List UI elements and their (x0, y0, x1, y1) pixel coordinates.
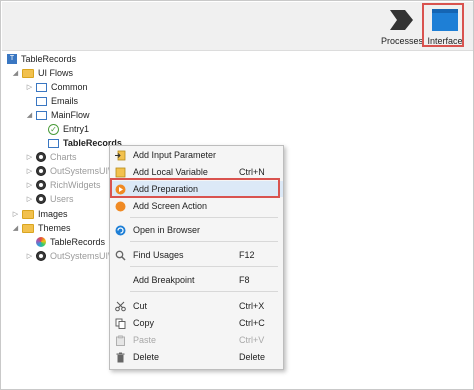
menu-label: Delete (133, 352, 160, 362)
collapse-icon[interactable]: ◢ (11, 69, 20, 78)
menu-shortcut: Ctrl+N (239, 167, 265, 177)
menu-shortcut: Delete (239, 352, 266, 362)
menu-separator (130, 217, 278, 218)
theme-icon (36, 237, 46, 247)
tree-item-outsystemsuiw-2[interactable]: ▷ OutSystemsUIW (25, 249, 117, 263)
menu-separator (130, 266, 278, 267)
flow-icon (36, 82, 47, 92)
processes-icon (390, 10, 413, 30)
expand-icon[interactable]: ▷ (25, 252, 34, 261)
menu-separator (130, 291, 278, 292)
folder-icon (22, 224, 34, 233)
tree-label: Entry1 (63, 124, 90, 134)
menu-item-add-screen-action[interactable]: Add Screen Action (110, 198, 283, 214)
tree-item-richwidgets[interactable]: ▷ RichWidgets (25, 178, 101, 192)
tree-item-emails[interactable]: Emails (36, 94, 78, 108)
menu-label: Add Local Variable (133, 167, 208, 177)
tree-item-theme-tablerecords[interactable]: TableRecords (36, 235, 105, 249)
dependency-icon (36, 180, 46, 190)
menu-item-copy[interactable]: Copy Ctrl+C (110, 315, 283, 331)
scissors-icon (115, 301, 126, 311)
menu-label: Cut (133, 301, 148, 311)
tree-label: Common (51, 82, 88, 92)
add-preparation-highlight-box (110, 178, 280, 198)
flow-icon (36, 96, 47, 106)
dependency-icon (36, 152, 46, 162)
expand-icon[interactable]: ▷ (25, 167, 34, 176)
tree-item-common[interactable]: ▷ Common (25, 80, 88, 94)
menu-shortcut: Ctrl+X (239, 301, 265, 311)
menu-item-open-in-browser[interactable]: Open in Browser (110, 222, 283, 238)
menu-shortcut: F12 (239, 250, 255, 260)
expand-icon[interactable]: ▷ (25, 181, 34, 190)
processes-label: Processes (380, 36, 424, 46)
menu-label: Copy (133, 318, 155, 328)
processes-button[interactable]: Processes (380, 6, 424, 48)
tree-label: Users (50, 194, 74, 204)
expand-icon[interactable]: ▷ (25, 195, 34, 204)
tree-label: Images (38, 209, 68, 219)
menu-item-add-input-parameter[interactable]: Add Input Parameter (110, 147, 283, 163)
tree-item-users[interactable]: ▷ Users (25, 192, 74, 206)
menu-item-add-breakpoint[interactable]: Add Breakpoint F8 (110, 272, 283, 288)
dependency-icon (36, 166, 46, 176)
menu-label: Open in Browser (133, 225, 201, 235)
menu-label: Find Usages (133, 250, 184, 260)
menu-label: Paste (133, 335, 157, 345)
collapse-icon[interactable]: ◢ (25, 111, 34, 120)
trash-icon (116, 352, 125, 362)
menu-item-cut[interactable]: Cut Ctrl+X (110, 298, 283, 314)
tree-label: UI Flows (38, 68, 74, 78)
tree-label: OutSystemsUIW (50, 251, 117, 261)
menu-item-delete[interactable]: Delete Delete (110, 349, 283, 365)
menu-item-paste[interactable]: Paste Ctrl+V (110, 332, 283, 348)
menu-shortcut: F8 (239, 275, 250, 285)
local-variable-icon (115, 167, 126, 177)
tree-label: RichWidgets (50, 180, 101, 190)
screen-icon (48, 138, 59, 148)
tree-label: Charts (50, 152, 77, 162)
menu-separator (130, 241, 278, 242)
interface-highlight-box (422, 3, 464, 47)
search-icon (115, 250, 126, 261)
collapse-icon[interactable]: ◢ (11, 224, 20, 233)
folder-icon (22, 210, 34, 219)
tree-item-charts[interactable]: ▷ Charts (25, 150, 77, 164)
tree-root-label: TableRecords (21, 54, 77, 64)
menu-item-find-usages[interactable]: Find Usages F12 (110, 247, 283, 263)
expand-icon[interactable]: ▷ (11, 210, 20, 219)
tree-item-images[interactable]: ▷ Images (11, 207, 68, 221)
tree-label: TableRecords (50, 237, 106, 247)
screen-action-icon (115, 201, 126, 211)
browser-icon (115, 225, 126, 235)
dependency-icon (36, 251, 46, 261)
tree-label: MainFlow (51, 110, 90, 120)
ide-window: Processes Interface T TableRecords ◢ UI … (0, 0, 474, 390)
toolbar: Processes Interface (2, 2, 473, 51)
tree-label: Themes (38, 223, 71, 233)
input-parameter-icon (115, 150, 126, 160)
expand-icon[interactable]: ▷ (25, 153, 34, 162)
module-icon: T (7, 54, 17, 64)
copy-icon (115, 318, 126, 329)
dependency-icon (36, 194, 46, 204)
menu-label: Add Input Parameter (133, 150, 217, 160)
tree-item-ui-flows[interactable]: ◢ UI Flows (11, 66, 73, 80)
menu-label: Add Breakpoint (133, 275, 195, 285)
menu-shortcut: Ctrl+C (239, 318, 265, 328)
entry-icon: ✓ (48, 123, 59, 135)
paste-icon (116, 335, 125, 346)
tree-label: Emails (51, 96, 79, 106)
flow-icon (36, 110, 47, 120)
tree-item-mainflow[interactable]: ◢ MainFlow (25, 108, 90, 122)
expand-icon[interactable]: ▷ (25, 83, 34, 92)
folder-icon (22, 69, 34, 78)
menu-shortcut: Ctrl+V (239, 335, 265, 345)
tree-item-themes[interactable]: ◢ Themes (11, 221, 71, 235)
tree-item-outsystemsuiw-1[interactable]: ▷ OutSystemsUIW (25, 164, 117, 178)
tree-label: OutSystemsUIW (50, 166, 117, 176)
menu-label: Add Screen Action (133, 201, 208, 211)
tree-root[interactable]: T TableRecords (7, 52, 76, 66)
tree-item-entry[interactable]: ✓ Entry1 (48, 122, 89, 136)
